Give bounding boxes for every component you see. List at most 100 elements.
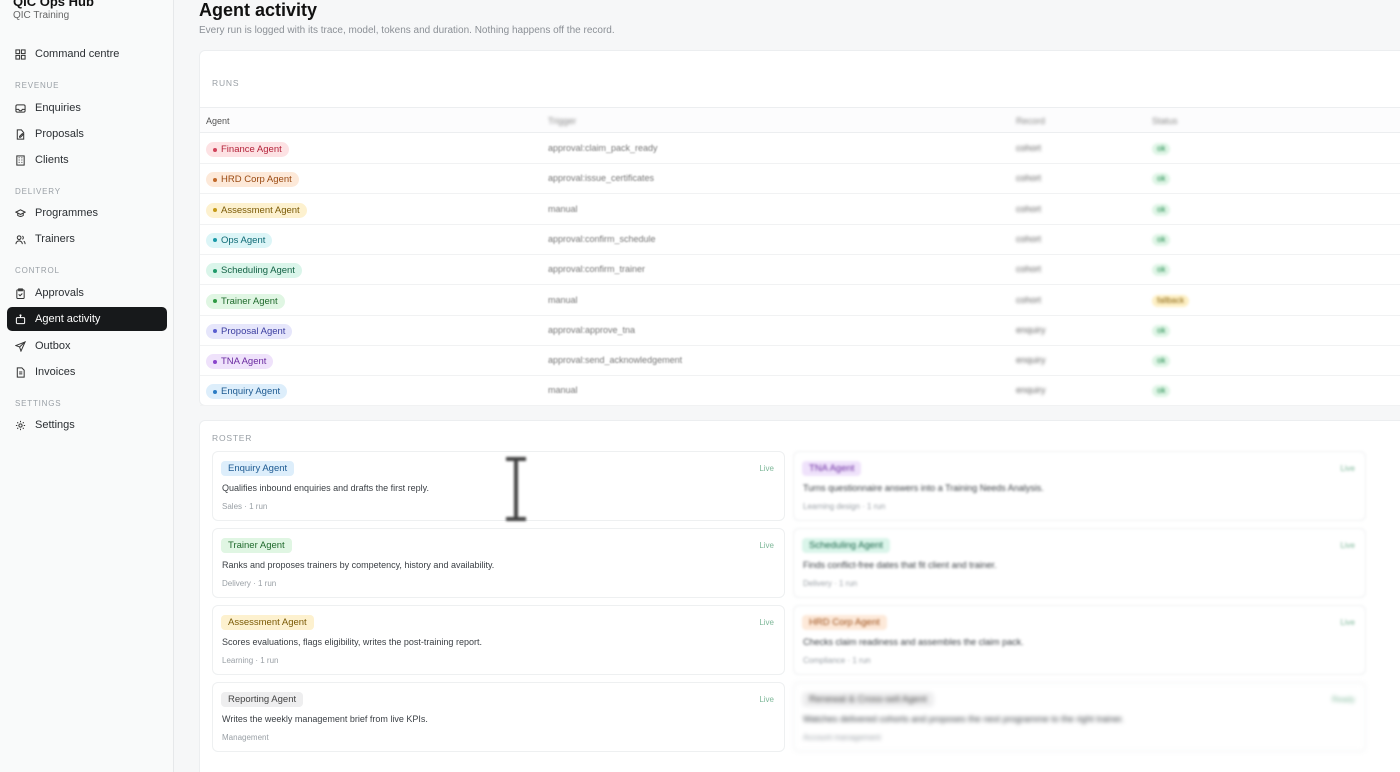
table-row[interactable]: Scheduling Agent approval:confirm_trainer… bbox=[200, 255, 1400, 286]
roster-card-item[interactable]: Renewal & Cross-sell Agent Ready Watches d… bbox=[793, 682, 1366, 752]
section-label-control: CONTROL bbox=[15, 266, 60, 275]
table-row[interactable]: Trainer Agent manual cohort fallback bbox=[200, 286, 1400, 316]
agent-state: Live bbox=[759, 464, 774, 473]
status-badge: ok bbox=[1152, 264, 1171, 277]
record-cell: cohort bbox=[1016, 233, 1042, 244]
sidebar-item-label: Invoices bbox=[35, 366, 76, 378]
table-row[interactable]: Proposal Agent approval:approve_tna enquir… bbox=[200, 316, 1400, 346]
sidebar-item-label: Clients bbox=[35, 154, 69, 166]
agent-badge[interactable]: Trainer Agent bbox=[206, 293, 285, 309]
grid-icon bbox=[15, 48, 26, 60]
status-dot-icon bbox=[213, 208, 217, 213]
record-cell: cohort bbox=[1016, 264, 1042, 275]
sidebar-item-label: Enquiries bbox=[35, 102, 81, 114]
roster-card-item[interactable]: Trainer Agent Live Ranks and proposes trai… bbox=[212, 528, 785, 598]
agent-state: Live bbox=[1340, 618, 1355, 627]
agent-state: Live bbox=[1340, 464, 1355, 473]
status-dot-icon bbox=[213, 147, 217, 152]
agent-name: Ops Agent bbox=[221, 234, 266, 246]
table-row[interactable]: Finance Agent approval:claim_pack_ready co… bbox=[200, 134, 1400, 164]
section-label-settings: SETTINGS bbox=[15, 399, 62, 408]
table-row[interactable]: Enquiry Agent manual enquiry ok bbox=[200, 376, 1400, 407]
trigger-cell: manual bbox=[548, 203, 578, 214]
agent-description: Watches delivered cohorts and proposes t… bbox=[803, 714, 1124, 724]
agent-badge[interactable]: Scheduling Agent bbox=[206, 263, 302, 279]
roster-card-item[interactable]: TNA Agent Live Turns questionnaire answers… bbox=[793, 451, 1366, 521]
sidebar-item-trainers[interactable]: Trainers bbox=[7, 227, 167, 251]
sidebar-item-proposals[interactable]: Proposals bbox=[7, 122, 167, 146]
status-badge: ok bbox=[1152, 173, 1171, 186]
brand: QIC Ops Hub QIC Training bbox=[13, 0, 94, 22]
table-row[interactable]: HRD Corp Agent approval:issue_certificate… bbox=[200, 164, 1400, 195]
trigger-cell: approval:send_acknowledgement bbox=[548, 355, 683, 366]
sidebar-item-label: Command centre bbox=[35, 48, 120, 60]
trigger-cell: approval:confirm_trainer bbox=[548, 264, 646, 275]
record-cell: cohort bbox=[1016, 143, 1042, 153]
agent-name: TNA Agent bbox=[221, 356, 267, 368]
main-content: Agent activity Every run is logged with … bbox=[174, 0, 1400, 772]
roster-card-item[interactable]: Reporting Agent Live Writes the weekly man… bbox=[212, 682, 785, 752]
table-row[interactable]: TNA Agent approval:send_acknowledgement en… bbox=[200, 346, 1400, 377]
sidebar-item-programmes[interactable]: Programmes bbox=[7, 201, 167, 225]
sidebar-item-clients[interactable]: Clients bbox=[7, 148, 167, 172]
sidebar-item-approvals[interactable]: Approvals bbox=[7, 281, 167, 305]
status-badge: ok bbox=[1152, 324, 1171, 337]
agent-meta: Learning design · 1 run bbox=[803, 502, 886, 511]
status-badge: ok bbox=[1152, 233, 1171, 246]
agent-description: Checks claim readiness and assembles the… bbox=[803, 637, 1024, 647]
trigger-cell: approval:claim_pack_ready bbox=[548, 143, 658, 153]
sidebar-item-label: Trainers bbox=[35, 233, 75, 245]
sidebar-item-invoices[interactable]: Invoices bbox=[7, 360, 167, 384]
agent-description: Scores evaluations, flags eligibility, w… bbox=[222, 637, 482, 647]
trigger-cell: manual bbox=[548, 385, 578, 396]
status-badge: ok bbox=[1152, 355, 1171, 368]
agent-state: Live bbox=[759, 695, 774, 704]
column-header-status: Status bbox=[1152, 116, 1178, 126]
agent-state: Ready bbox=[1331, 695, 1355, 704]
status-badge: ok bbox=[1152, 385, 1171, 398]
agent-meta: Delivery · 1 run bbox=[803, 579, 858, 588]
agent-badge[interactable]: Finance Agent bbox=[206, 142, 289, 157]
roster-card-item[interactable]: Scheduling Agent Live Finds conflict-free … bbox=[793, 528, 1366, 598]
sidebar: QIC Ops Hub QIC Training Command centre … bbox=[0, 0, 174, 772]
status-badge: ok bbox=[1152, 143, 1171, 155]
roster-card-item[interactable]: HRD Corp Agent Live Checks claim readiness… bbox=[793, 605, 1366, 675]
agent-badge: TNA Agent bbox=[802, 461, 862, 476]
record-cell: enquiry bbox=[1016, 324, 1046, 335]
sidebar-item-agent-activity[interactable]: Agent activity bbox=[7, 307, 167, 331]
roster-card: ROSTER Enquiry Agent Live Qualifies inboun… bbox=[199, 420, 1400, 772]
status-badge: fallback bbox=[1152, 294, 1190, 307]
brand-subtitle: QIC Training bbox=[13, 10, 70, 21]
sidebar-item-label: Settings bbox=[35, 419, 75, 431]
inbox-icon bbox=[15, 103, 26, 114]
agent-badge[interactable]: HRD Corp Agent bbox=[206, 172, 299, 188]
agent-description: Ranks and proposes trainers by competenc… bbox=[222, 560, 495, 570]
agent-state: Live bbox=[759, 618, 774, 627]
agent-badge[interactable]: Enquiry Agent bbox=[206, 384, 288, 400]
column-header-agent: Agent bbox=[206, 116, 230, 126]
agent-name: Proposal Agent bbox=[221, 325, 286, 337]
roster-label: ROSTER bbox=[212, 433, 253, 443]
agent-meta: Account management bbox=[803, 733, 881, 742]
agent-badge: Reporting Agent bbox=[221, 692, 304, 707]
users-icon bbox=[15, 234, 26, 245]
agent-badge[interactable]: Ops Agent bbox=[206, 232, 273, 248]
table-row[interactable]: Assessment Agent manual cohort ok bbox=[200, 195, 1400, 225]
agent-badge[interactable]: Proposal Agent bbox=[206, 323, 293, 339]
agent-badge[interactable]: TNA Agent bbox=[206, 354, 274, 370]
sidebar-item-enquiries[interactable]: Enquiries bbox=[7, 96, 167, 120]
record-cell: cohort bbox=[1016, 203, 1042, 214]
sidebar-item-label: Proposals bbox=[35, 128, 84, 140]
agent-badge[interactable]: Assessment Agent bbox=[206, 202, 307, 218]
sidebar-item-label: Programmes bbox=[35, 207, 98, 219]
sidebar-item-settings[interactable]: Settings bbox=[7, 413, 167, 437]
agent-meta: Compliance · 1 run bbox=[803, 656, 871, 665]
sidebar-item-command-centre[interactable]: Command centre bbox=[7, 42, 167, 66]
agent-description: Qualifies inbound enquiries and drafts t… bbox=[222, 483, 429, 493]
agent-badge: Renewal & Cross-sell Agent bbox=[802, 692, 934, 707]
receipt-icon bbox=[15, 366, 26, 378]
table-row[interactable]: Ops Agent approval:confirm_schedule cohort… bbox=[200, 225, 1400, 255]
roster-card-item[interactable]: Assessment Agent Live Scores evaluations, … bbox=[212, 605, 785, 675]
sidebar-item-outbox[interactable]: Outbox bbox=[7, 334, 167, 358]
trigger-cell: approval:issue_certificates bbox=[548, 173, 655, 184]
